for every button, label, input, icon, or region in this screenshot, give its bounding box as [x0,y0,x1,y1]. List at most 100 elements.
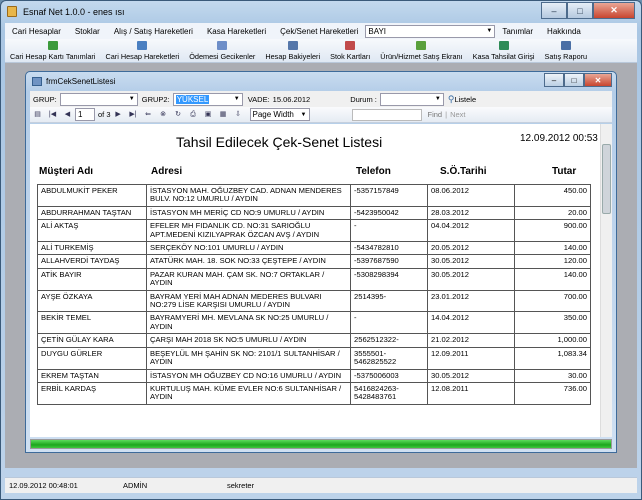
print-icon[interactable]: ⎙ [189,110,198,119]
cell-amount: 700.00 [514,289,591,313]
mdi-area: frmCekSenetListesi – □ ✕ GRUP: ▼ GRUP2: … [5,63,637,468]
cell-phone: 3555501-5462825522 [350,346,428,370]
menu-bar: Cari Hesaplar Stoklar Alış / Satış Harek… [5,23,637,39]
cell-amount: 736.00 [514,381,591,405]
cell-phone: -5423950042 [350,205,428,221]
cell-amount: 450.00 [514,184,591,207]
listele-button[interactable]: ⚲ Listele [448,94,476,105]
menu-stoklar[interactable]: Stoklar [68,27,107,36]
last-page-icon[interactable]: ▶| [129,110,138,119]
cell-phone: -5375006003 [350,368,428,383]
durum-select[interactable]: ▼ [379,92,444,106]
page-number-input[interactable]: 1 [75,108,95,121]
toolbar-satis-raporu-button[interactable]: Satış Raporu [540,41,593,62]
app-icon [7,6,17,17]
next-page-icon[interactable]: ▶ [114,110,123,119]
table-row: ABDURRAHMAN TAŞTAN İSTASYON MH MERİÇ CD N… [37,205,591,221]
toolbar-satis-ekrani-button[interactable]: Ürün/Hizmet Satış Ekranı [375,41,467,62]
find-input[interactable] [351,108,422,121]
menu-cari-hesaplar[interactable]: Cari Hesaplar [5,27,68,36]
child-close-button[interactable]: ✕ [584,73,612,87]
filter-bar: GRUP: ▼ GRUP2: YÜKSEL ▼ VADE: 15.06.2012… [30,91,612,107]
page-count: of 3 [98,110,111,119]
cell-customer: AYŞE ÖZKAYA [37,289,147,313]
back-icon[interactable]: ⇐ [144,110,153,119]
progress-fill [31,440,611,448]
balance-icon [287,41,298,50]
cell-due: 20.05.2012 [427,241,515,256]
page-setup-icon[interactable]: ▦ [219,110,228,119]
first-page-icon[interactable]: |◀ [48,110,57,119]
cell-address: İSTASYON MAH. OĞUZBEY CAD. ADNAN MENDERE… [146,184,351,207]
dropdown-arrow-icon: ▼ [434,96,441,102]
export-icon[interactable]: ⇩ [234,110,243,119]
cell-amount: 350.00 [514,311,591,335]
table-row: DUYGU GÜRLER BEŞEYLÜL MH ŞAHİN SK NO: 210… [37,346,591,370]
grup2-label: GRUP2: [141,94,170,104]
cell-due: 08.06.2012 [427,184,515,207]
menu-tanimlar[interactable]: Tanımlar [495,27,540,36]
cell-due: 23.01.2012 [427,289,515,313]
child-minimize-button[interactable]: – [544,73,564,87]
menu-kasa[interactable]: Kasa Hareketleri [200,27,273,36]
child-title-bar[interactable]: frmCekSenetListesi – □ ✕ [26,72,616,91]
table-row: ALİ TURKEMİŞ SERÇEKÖY NO:101 UMURLU / AYD… [37,241,591,256]
table-row: ALLAHVERDİ TAYDAŞ ATATÜRK MAH. 18. SOK NO… [37,254,591,269]
header-phone: Telefon [356,166,391,177]
table-row: EKREM TAŞTAN İSTASYON MH OĞUZBEY CD NO:16… [37,368,591,383]
menu-combo[interactable]: BAYI ▼ [365,24,496,38]
toolbar-cari-kart-button[interactable]: Cari Hesap Kartı Tanımlari [5,41,100,62]
prev-page-icon[interactable]: ◀ [63,110,72,119]
zoom-select[interactable]: Page Width ▼ [249,108,310,121]
user-card-icon [47,41,58,50]
child-maximize-button[interactable]: □ [564,73,584,87]
cell-due: 30.05.2012 [427,368,515,383]
grup-select[interactable]: ▼ [59,92,138,106]
cell-customer: BEKİR TEMEL [37,311,147,335]
cell-phone: -5357157849 [350,184,428,207]
next-link[interactable]: Next [450,110,465,119]
cell-address: PAZAR KURAN MAH. ÇAM SK. NO:7 ORTAKLAR /… [146,267,351,291]
toolbar-cari-hareket-button[interactable]: Cari Hesap Hareketleri [100,41,184,62]
cell-amount: 140.00 [514,267,591,291]
status-role: sekreter [227,481,255,490]
close-button[interactable]: ✕ [593,2,635,19]
find-link[interactable]: Find [428,110,443,119]
report-icon [560,41,571,50]
maximize-button[interactable]: □ [567,2,593,19]
toolbar-tahsilat-button[interactable]: Kasa Tahsilat Girişi [468,41,540,62]
cell-amount: 1,000.00 [514,333,591,348]
vertical-scrollbar[interactable] [600,124,612,437]
scroll-thumb[interactable] [602,144,611,214]
dropdown-arrow-icon: ▼ [128,96,135,102]
report-viewer-toolbar: ▤ |◀ ◀ 1 of 3 ▶ ▶| ⇐ ⊗ ↻ ⎙ ▣ ▦ ⇩ Page Wi… [30,107,612,123]
cell-amount: 30.00 [514,368,591,383]
menu-combo-value: BAYI [368,26,386,36]
minimize-button[interactable]: – [541,2,567,19]
title-bar[interactable]: Esnaf Net 1.0.0 - enes ısı – □ ✕ [1,1,641,23]
doc-map-icon[interactable]: ▤ [33,110,42,119]
toolbar-stok-button[interactable]: Stok Kartları [325,41,375,62]
cell-address: KURTULUŞ MAH. KÜME EVLER NO:6 SULTANHİSA… [146,381,351,405]
print-layout-icon[interactable]: ▣ [204,110,213,119]
stop-icon[interactable]: ⊗ [159,110,168,119]
menu-cek-senet[interactable]: Çek/Senet Hareketleri [273,27,365,36]
cell-address: ÇARŞI MAH 2018 SK NO:5 UMURLU / AYDIN [146,333,351,348]
durum-label: Durum : [350,94,377,104]
toolbar-bakiye-button[interactable]: Hesap Bakiyeleri [260,41,325,62]
grup2-select[interactable]: YÜKSEL ▼ [172,92,243,106]
vade-date-field[interactable]: 15.06.2012 [273,95,311,104]
menu-alis-satis[interactable]: Alış / Satış Hareketleri [107,27,200,36]
menu-hakkinda[interactable]: Hakkında [540,27,588,36]
refresh-icon[interactable]: ↻ [174,110,183,119]
status-user: ADMİN [123,481,148,490]
cell-amount: 120.00 [514,254,591,269]
cell-address: İSTASYON MH OĞUZBEY CD NO:16 UMURLU / AY… [146,368,351,383]
cell-due: 12.08.2011 [427,381,515,405]
toolbar-geciken-button[interactable]: Ödemesi Gecikenler [184,41,260,62]
cell-customer: ALİ AKTAŞ [37,219,147,243]
cash-icon [498,41,509,50]
header-due: S.Ö.Tarihi [440,166,487,177]
cell-customer: ÇETİN GÜLAY KARA [37,333,147,348]
cell-phone: - [350,219,428,243]
